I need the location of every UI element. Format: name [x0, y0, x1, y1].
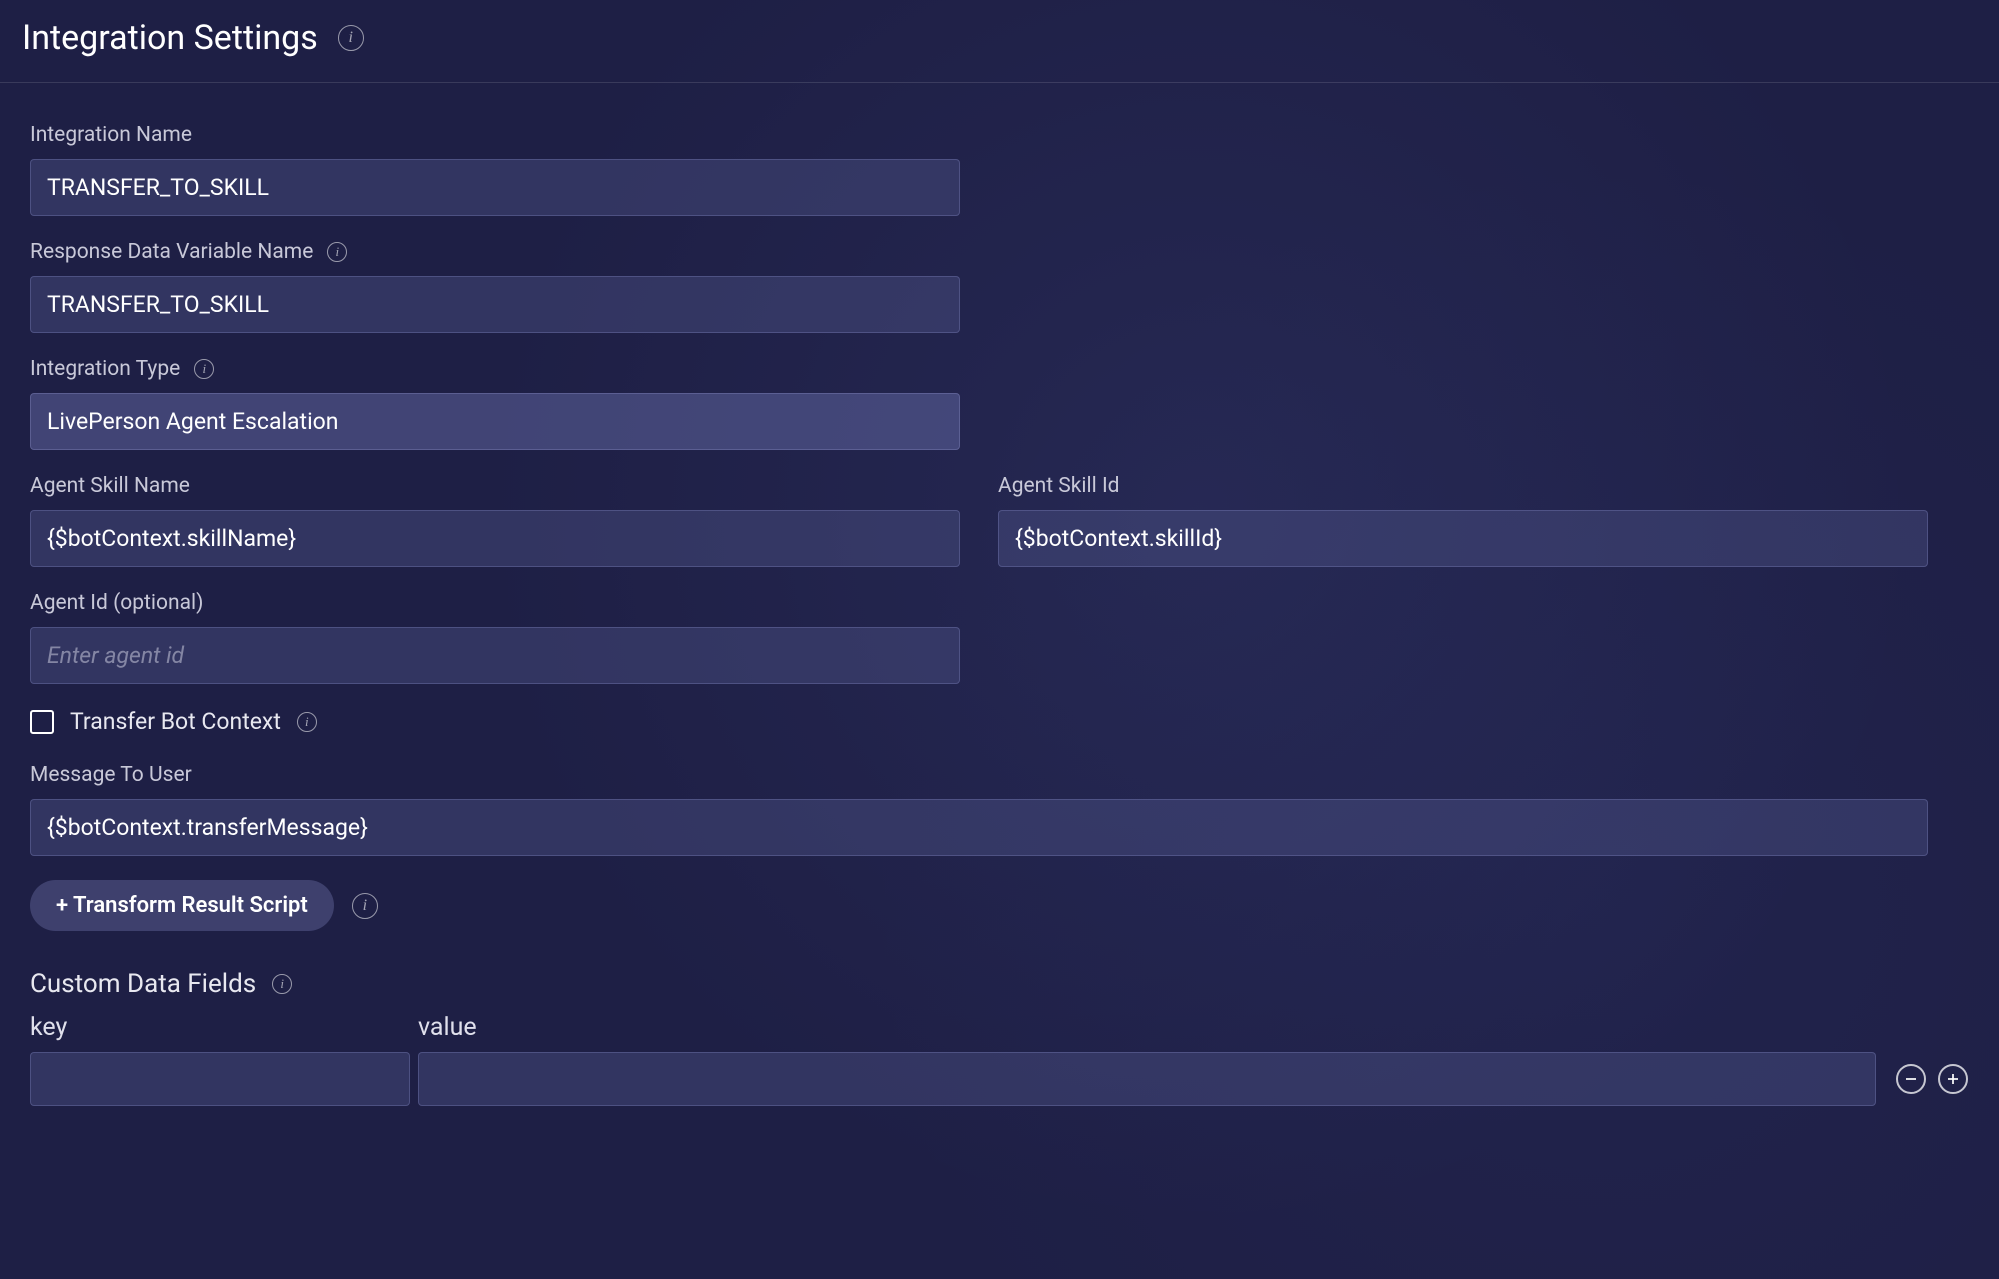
custom-data-fields-title: Custom Data Fields [30, 969, 256, 999]
agent-id-input[interactable] [30, 627, 960, 684]
agent-skill-id-group: Agent Skill Id [998, 474, 1928, 567]
transfer-bot-context-checkbox[interactable] [30, 710, 54, 734]
form-content: Integration Name Response Data Variable … [0, 83, 1999, 1146]
agent-skill-name-label: Agent Skill Name [30, 474, 190, 498]
agent-skill-id-input[interactable] [998, 510, 1928, 567]
agent-skill-name-group: Agent Skill Name [30, 474, 960, 567]
remove-row-button[interactable] [1896, 1064, 1926, 1094]
custom-data-fields-header: Custom Data Fields i [30, 969, 1969, 999]
transform-result-script-row: + Transform Result Script i [30, 880, 1969, 931]
info-icon[interactable]: i [297, 712, 317, 732]
info-icon[interactable]: i [194, 359, 214, 379]
integration-type-label: Integration Type [30, 357, 180, 381]
minus-icon [1904, 1072, 1918, 1086]
response-data-variable-name-group: Response Data Variable Name i [30, 240, 960, 333]
agent-skill-name-input[interactable] [30, 510, 960, 567]
message-to-user-group: Message To User [30, 763, 1928, 856]
page-title: Integration Settings [22, 18, 318, 58]
integration-type-select[interactable]: LivePerson Agent Escalation [30, 393, 960, 450]
agent-id-group: Agent Id (optional) [30, 591, 960, 684]
message-to-user-label: Message To User [30, 763, 192, 787]
add-row-button[interactable] [1938, 1064, 1968, 1094]
info-icon[interactable]: i [272, 974, 292, 994]
integration-name-group: Integration Name [30, 123, 960, 216]
agent-id-label: Agent Id (optional) [30, 591, 203, 615]
custom-data-value-header: value [418, 1013, 1876, 1042]
transfer-bot-context-label: Transfer Bot Context [70, 708, 281, 735]
agent-skill-id-label: Agent Skill Id [998, 474, 1120, 498]
custom-data-key-input[interactable] [30, 1052, 410, 1106]
info-icon[interactable]: i [338, 25, 364, 51]
transform-result-script-button[interactable]: + Transform Result Script [30, 880, 334, 931]
page-header: Integration Settings i [0, 0, 1999, 83]
plus-icon [1946, 1072, 1960, 1086]
transfer-bot-context-row: Transfer Bot Context i [30, 708, 1969, 735]
response-data-variable-name-input[interactable] [30, 276, 960, 333]
integration-name-input[interactable] [30, 159, 960, 216]
info-icon[interactable]: i [352, 893, 378, 919]
integration-name-label: Integration Name [30, 123, 192, 147]
custom-data-key-header: key [30, 1013, 410, 1042]
message-to-user-input[interactable] [30, 799, 1928, 856]
response-data-variable-name-label: Response Data Variable Name [30, 240, 313, 264]
custom-data-value-input[interactable] [418, 1052, 1876, 1106]
info-icon[interactable]: i [327, 242, 347, 262]
integration-type-group: Integration Type i LivePerson Agent Esca… [30, 357, 960, 450]
custom-data-field-row: key value [30, 1013, 1969, 1106]
